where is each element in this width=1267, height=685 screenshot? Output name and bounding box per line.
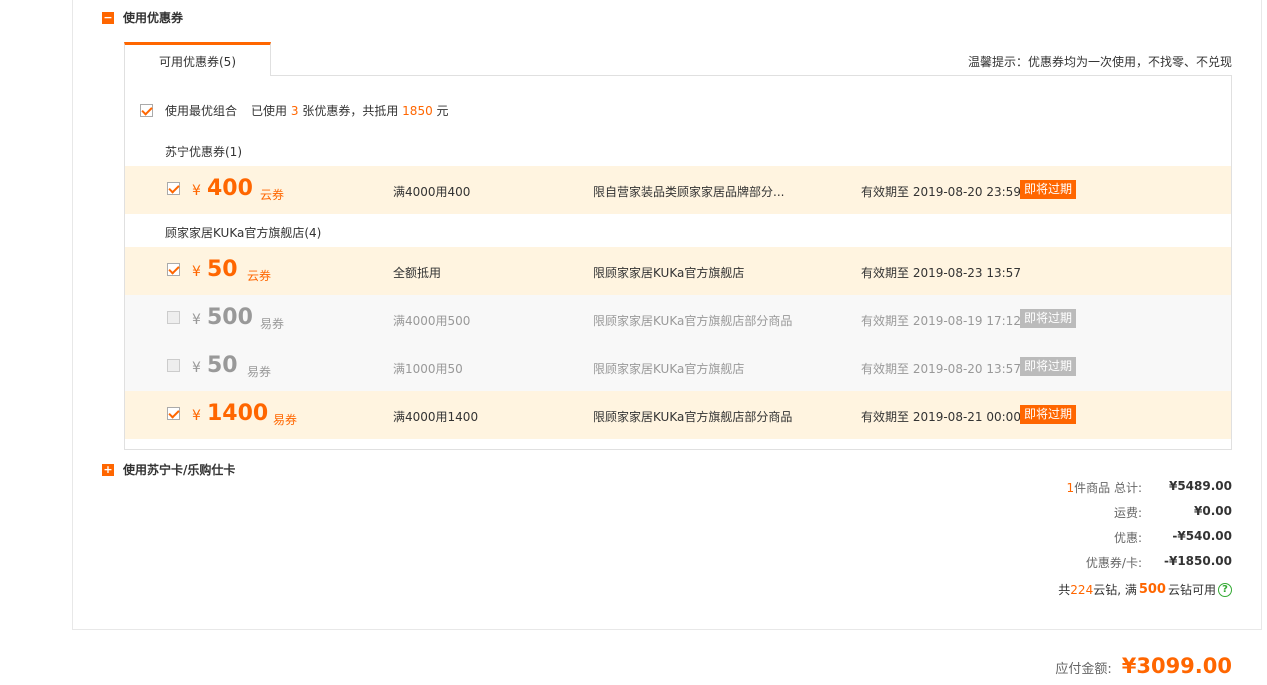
coupon-value: -¥1850.00 — [1164, 554, 1232, 568]
expiring-badge: 即将过期 — [1020, 357, 1077, 376]
coins-count: 224 — [1070, 582, 1094, 597]
coupon-type: 云券 — [260, 188, 285, 202]
coupon-type: 易券 — [247, 365, 272, 379]
coupon-row: ¥ 50 易券 满1000用50 限顾家家居KUKa官方旗舰店 有效期至 201… — [125, 343, 1231, 391]
expiring-badge: 即将过期 — [1020, 309, 1077, 328]
best-combo: 使用最优组合 已使用 3 张优惠券，共抵用 1850 元 — [140, 102, 449, 119]
coupon-yen: ¥ — [192, 312, 201, 328]
summary-shipping: 运费: ¥0.00 — [1032, 504, 1232, 521]
coupon-row[interactable]: ¥ 1400 易券 满4000用1400 限顾家家居KUKa官方旗舰店部分商品 … — [125, 391, 1231, 439]
payable-label: 应付金额: — [1055, 662, 1112, 677]
coupon-section-title: 使用优惠券 — [123, 11, 184, 25]
best-combo-label: 使用最优组合 — [165, 104, 238, 118]
coupon-validity: 有效期至 2019-08-20 13:57 — [861, 362, 1021, 376]
coupon-label: 优惠券/卡: — [1085, 556, 1142, 570]
coupon-yen: ¥ — [192, 360, 201, 376]
discount-label: 优惠: — [1113, 531, 1142, 545]
coupon-rule: 全额抵用 — [393, 266, 442, 280]
summary-coupon: 优惠券/卡: -¥1850.00 — [1032, 554, 1232, 571]
used-mid: 张优惠券，共抵用 — [302, 104, 399, 118]
group-title-suning: 苏宁优惠券(1) — [165, 145, 242, 159]
summary-total-value: ¥5489.00 — [1168, 479, 1232, 493]
summary-discount: 优惠: -¥540.00 — [1032, 529, 1232, 546]
discount-value: -¥540.00 — [1172, 529, 1232, 543]
coupon-tip: 温馨提示：优惠券均为一次使用，不找零、不兑现 — [967, 55, 1232, 69]
coupon-type: 易券 — [273, 413, 298, 427]
coupon-row[interactable]: ¥ 400 云券 满4000用400 限自营家装品类顾家家居品牌部分... 有效… — [125, 166, 1231, 214]
coupon-amount: 50 — [207, 353, 238, 378]
item-count: 1 — [1066, 481, 1075, 495]
coupon-scope: 限自营家装品类顾家家居品牌部分... — [593, 185, 785, 199]
coupon-type: 云券 — [247, 269, 272, 283]
used-prefix: 已使用 — [251, 104, 288, 118]
coupon-amount: 50 — [207, 257, 238, 282]
best-combo-summary: 已使用 3 张优惠券，共抵用 1850 元 — [251, 102, 449, 119]
payable-amount: 应付金额: ¥3099.00 — [1055, 654, 1232, 678]
coupon-amount: 400 — [207, 176, 253, 201]
card-section-toggle[interactable]: + 使用苏宁卡/乐购仕卡 — [102, 461, 235, 478]
summary-total: 1件商品 总计: ¥5489.00 — [1032, 479, 1233, 496]
best-combo-checkbox[interactable] — [140, 104, 153, 117]
coupon-validity: 有效期至 2019-08-19 17:12 — [861, 314, 1021, 328]
coupon-validity: 有效期至 2019-08-20 23:59 — [861, 185, 1021, 199]
card-section-title: 使用苏宁卡/乐购仕卡 — [123, 463, 236, 477]
coins-prefix: 共 — [1058, 583, 1071, 597]
coupon-amount: 1400 — [207, 401, 269, 426]
coupon-rule: 满4000用500 — [393, 314, 471, 328]
coupon-checkbox[interactable] — [167, 263, 180, 276]
coupon-scope: 限顾家家居KUKa官方旗舰店 — [593, 362, 745, 376]
used-count: 3 — [290, 104, 299, 118]
coupon-rule: 满4000用1400 — [393, 410, 479, 424]
coupon-scope: 限顾家家居KUKa官方旗舰店 — [593, 266, 745, 280]
expiring-badge: 即将过期 — [1020, 405, 1077, 424]
coupon-checkbox — [167, 311, 180, 324]
collapse-icon: − — [102, 10, 114, 24]
coupon-yen: ¥ — [192, 264, 201, 280]
coins-mid: 云钻, 满 — [1093, 583, 1137, 597]
coupon-amount: 500 — [207, 305, 253, 330]
coupon-validity: 有效期至 2019-08-21 00:00 — [861, 410, 1021, 424]
summary-total-label: 1件商品 总计: — [1032, 479, 1143, 496]
coupon-validity: 有效期至 2019-08-23 13:57 — [861, 266, 1021, 280]
coupon-scope: 限顾家家居KUKa官方旗舰店部分商品 — [593, 314, 793, 328]
expand-icon: + — [102, 462, 114, 476]
coins-threshold: 500 — [1138, 582, 1166, 597]
coupon-panel: 使用最优组合 已使用 3 张优惠券，共抵用 1850 元 苏宁优惠券(1) ¥ … — [124, 75, 1232, 450]
group-title-kuka: 顾家家居KUKa官方旗舰店(4) — [165, 226, 322, 240]
coupon-type: 易券 — [260, 317, 285, 331]
coins-info: 共 224 云钻, 满 500 云钻可用 ? — [1058, 581, 1232, 598]
coupon-scope: 限顾家家居KUKa官方旗舰店部分商品 — [593, 410, 793, 424]
help-icon[interactable]: ? — [1218, 582, 1232, 597]
coupon-yen: ¥ — [192, 408, 201, 424]
coupon-row[interactable]: ¥ 50 云券 全额抵用 限顾家家居KUKa官方旗舰店 有效期至 2019-08… — [125, 247, 1231, 295]
coupon-rule: 满4000用400 — [393, 185, 471, 199]
coupon-yen: ¥ — [192, 183, 201, 199]
coupon-checkbox[interactable] — [167, 407, 180, 420]
coupon-section-toggle[interactable]: − 使用优惠券 — [102, 9, 183, 26]
shipping-label: 运费: — [1113, 506, 1142, 520]
expiring-badge: 即将过期 — [1020, 180, 1077, 199]
shipping-value: ¥0.00 — [1194, 504, 1232, 518]
coins-suffix: 云钻可用 — [1167, 583, 1216, 597]
items-label: 件商品 总计: — [1074, 481, 1142, 495]
coupon-checkbox — [167, 359, 180, 372]
coupon-row: ¥ 500 易券 满4000用500 限顾家家居KUKa官方旗舰店部分商品 有效… — [125, 295, 1231, 343]
tab-available-coupons[interactable]: 可用优惠券(5) — [124, 42, 271, 76]
used-amount: 1850 — [402, 104, 433, 118]
coupon-rule: 满1000用50 — [393, 362, 463, 376]
coupon-checkbox[interactable] — [167, 182, 180, 195]
payable-value: ¥3099.00 — [1121, 654, 1232, 678]
used-suffix: 元 — [436, 104, 449, 118]
